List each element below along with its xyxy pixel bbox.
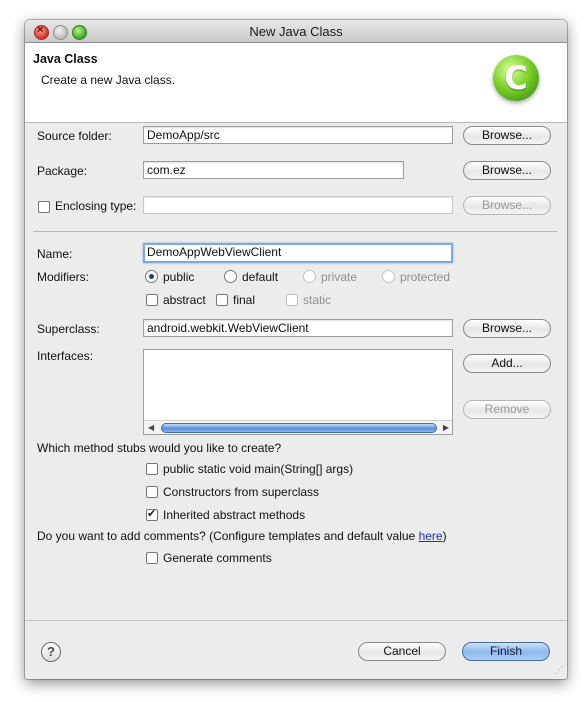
- new-java-class-dialog: × New Java Class Java Class Create a new…: [25, 20, 567, 679]
- wizard-description: Create a new Java class.: [41, 73, 176, 87]
- window-title: New Java Class: [249, 24, 343, 39]
- modifier-default-label: default: [242, 270, 279, 284]
- cancel-button[interactable]: Cancel: [358, 642, 446, 661]
- java-class-logo-icon: C: [493, 55, 539, 101]
- superclass-browse-button[interactable]: Browse...: [463, 319, 551, 338]
- modifier-private-radio[interactable]: [303, 270, 316, 283]
- scrollbar-thumb[interactable]: [161, 423, 437, 433]
- finish-button[interactable]: Finish: [462, 642, 550, 661]
- scroll-left-icon[interactable]: ◀: [148, 421, 154, 434]
- remove-interface-button[interactable]: Remove: [463, 400, 551, 419]
- modifier-protected-radio[interactable]: [382, 270, 395, 283]
- interfaces-list[interactable]: ◀ ▶: [143, 349, 453, 435]
- modifier-abstract-label: abstract: [163, 293, 206, 307]
- interfaces-horizontal-scrollbar[interactable]: ◀ ▶: [144, 420, 452, 434]
- enclosing-type-field[interactable]: [143, 196, 453, 214]
- superclass-label: Superclass:: [37, 322, 100, 336]
- modifier-static-label: static: [303, 293, 332, 307]
- package-field[interactable]: com.ez: [143, 161, 404, 179]
- package-browse-button[interactable]: Browse...: [463, 161, 551, 180]
- configure-templates-link[interactable]: here: [419, 529, 443, 543]
- stub-inherited-checkbox[interactable]: [146, 507, 158, 521]
- wizard-title: Java Class: [33, 52, 98, 66]
- name-label: Name:: [37, 247, 73, 261]
- stub-main-label: public static void main(String[] args): [163, 462, 354, 476]
- modifier-protected-label: protected: [400, 270, 451, 284]
- stub-main-checkbox[interactable]: [146, 463, 158, 475]
- modifier-static-checkbox[interactable]: [286, 294, 298, 306]
- method-stubs-question: Which method stubs would you like to cre…: [37, 441, 282, 455]
- modifiers-label: Modifiers:: [37, 270, 90, 284]
- source-folder-field[interactable]: DemoApp/src: [143, 126, 453, 144]
- modifier-private-label: private: [321, 270, 358, 284]
- help-button[interactable]: ?: [41, 642, 61, 662]
- stub-constructors-label: Constructors from superclass: [163, 485, 320, 499]
- comments-question: Do you want to add comments? (Configure …: [37, 529, 447, 543]
- comments-question-suffix: ): [442, 529, 447, 543]
- modifier-abstract-checkbox[interactable]: [146, 294, 158, 306]
- modifier-default-radio[interactable]: [224, 270, 237, 283]
- enclosing-type-browse-button[interactable]: Browse...: [463, 196, 551, 215]
- generate-comments-label: Generate comments: [163, 551, 272, 565]
- modifier-final-checkbox[interactable]: [216, 294, 228, 306]
- comments-question-text: Do you want to add comments? (Configure …: [37, 529, 419, 543]
- superclass-field[interactable]: android.webkit.WebViewClient: [143, 319, 453, 337]
- section-divider: [33, 231, 557, 232]
- source-folder-label: Source folder:: [37, 129, 112, 143]
- class-name-field[interactable]: DemoAppWebViewClient: [143, 243, 453, 263]
- modifier-final-label: final: [233, 293, 256, 307]
- wizard-header: Java Class Create a new Java class. C: [25, 43, 567, 123]
- enclosing-type-checkbox[interactable]: [38, 201, 50, 213]
- interfaces-label: Interfaces:: [37, 349, 94, 363]
- enclosing-type-label: Enclosing type:: [55, 199, 137, 213]
- modifier-public-label: public: [163, 270, 195, 284]
- source-folder-browse-button[interactable]: Browse...: [463, 126, 551, 145]
- logo-letter: C: [504, 59, 528, 97]
- add-interface-button[interactable]: Add...: [463, 354, 551, 373]
- package-label: Package:: [37, 164, 88, 178]
- generate-comments-checkbox[interactable]: [146, 552, 158, 564]
- resize-grip-icon[interactable]: ⋰: [554, 665, 564, 676]
- title-bar: × New Java Class: [25, 20, 567, 43]
- scroll-right-icon[interactable]: ▶: [443, 421, 449, 434]
- footer-divider: [25, 620, 567, 621]
- modifier-public-radio[interactable]: [145, 270, 158, 283]
- stub-inherited-label: Inherited abstract methods: [163, 508, 306, 522]
- stub-constructors-checkbox[interactable]: [146, 486, 158, 498]
